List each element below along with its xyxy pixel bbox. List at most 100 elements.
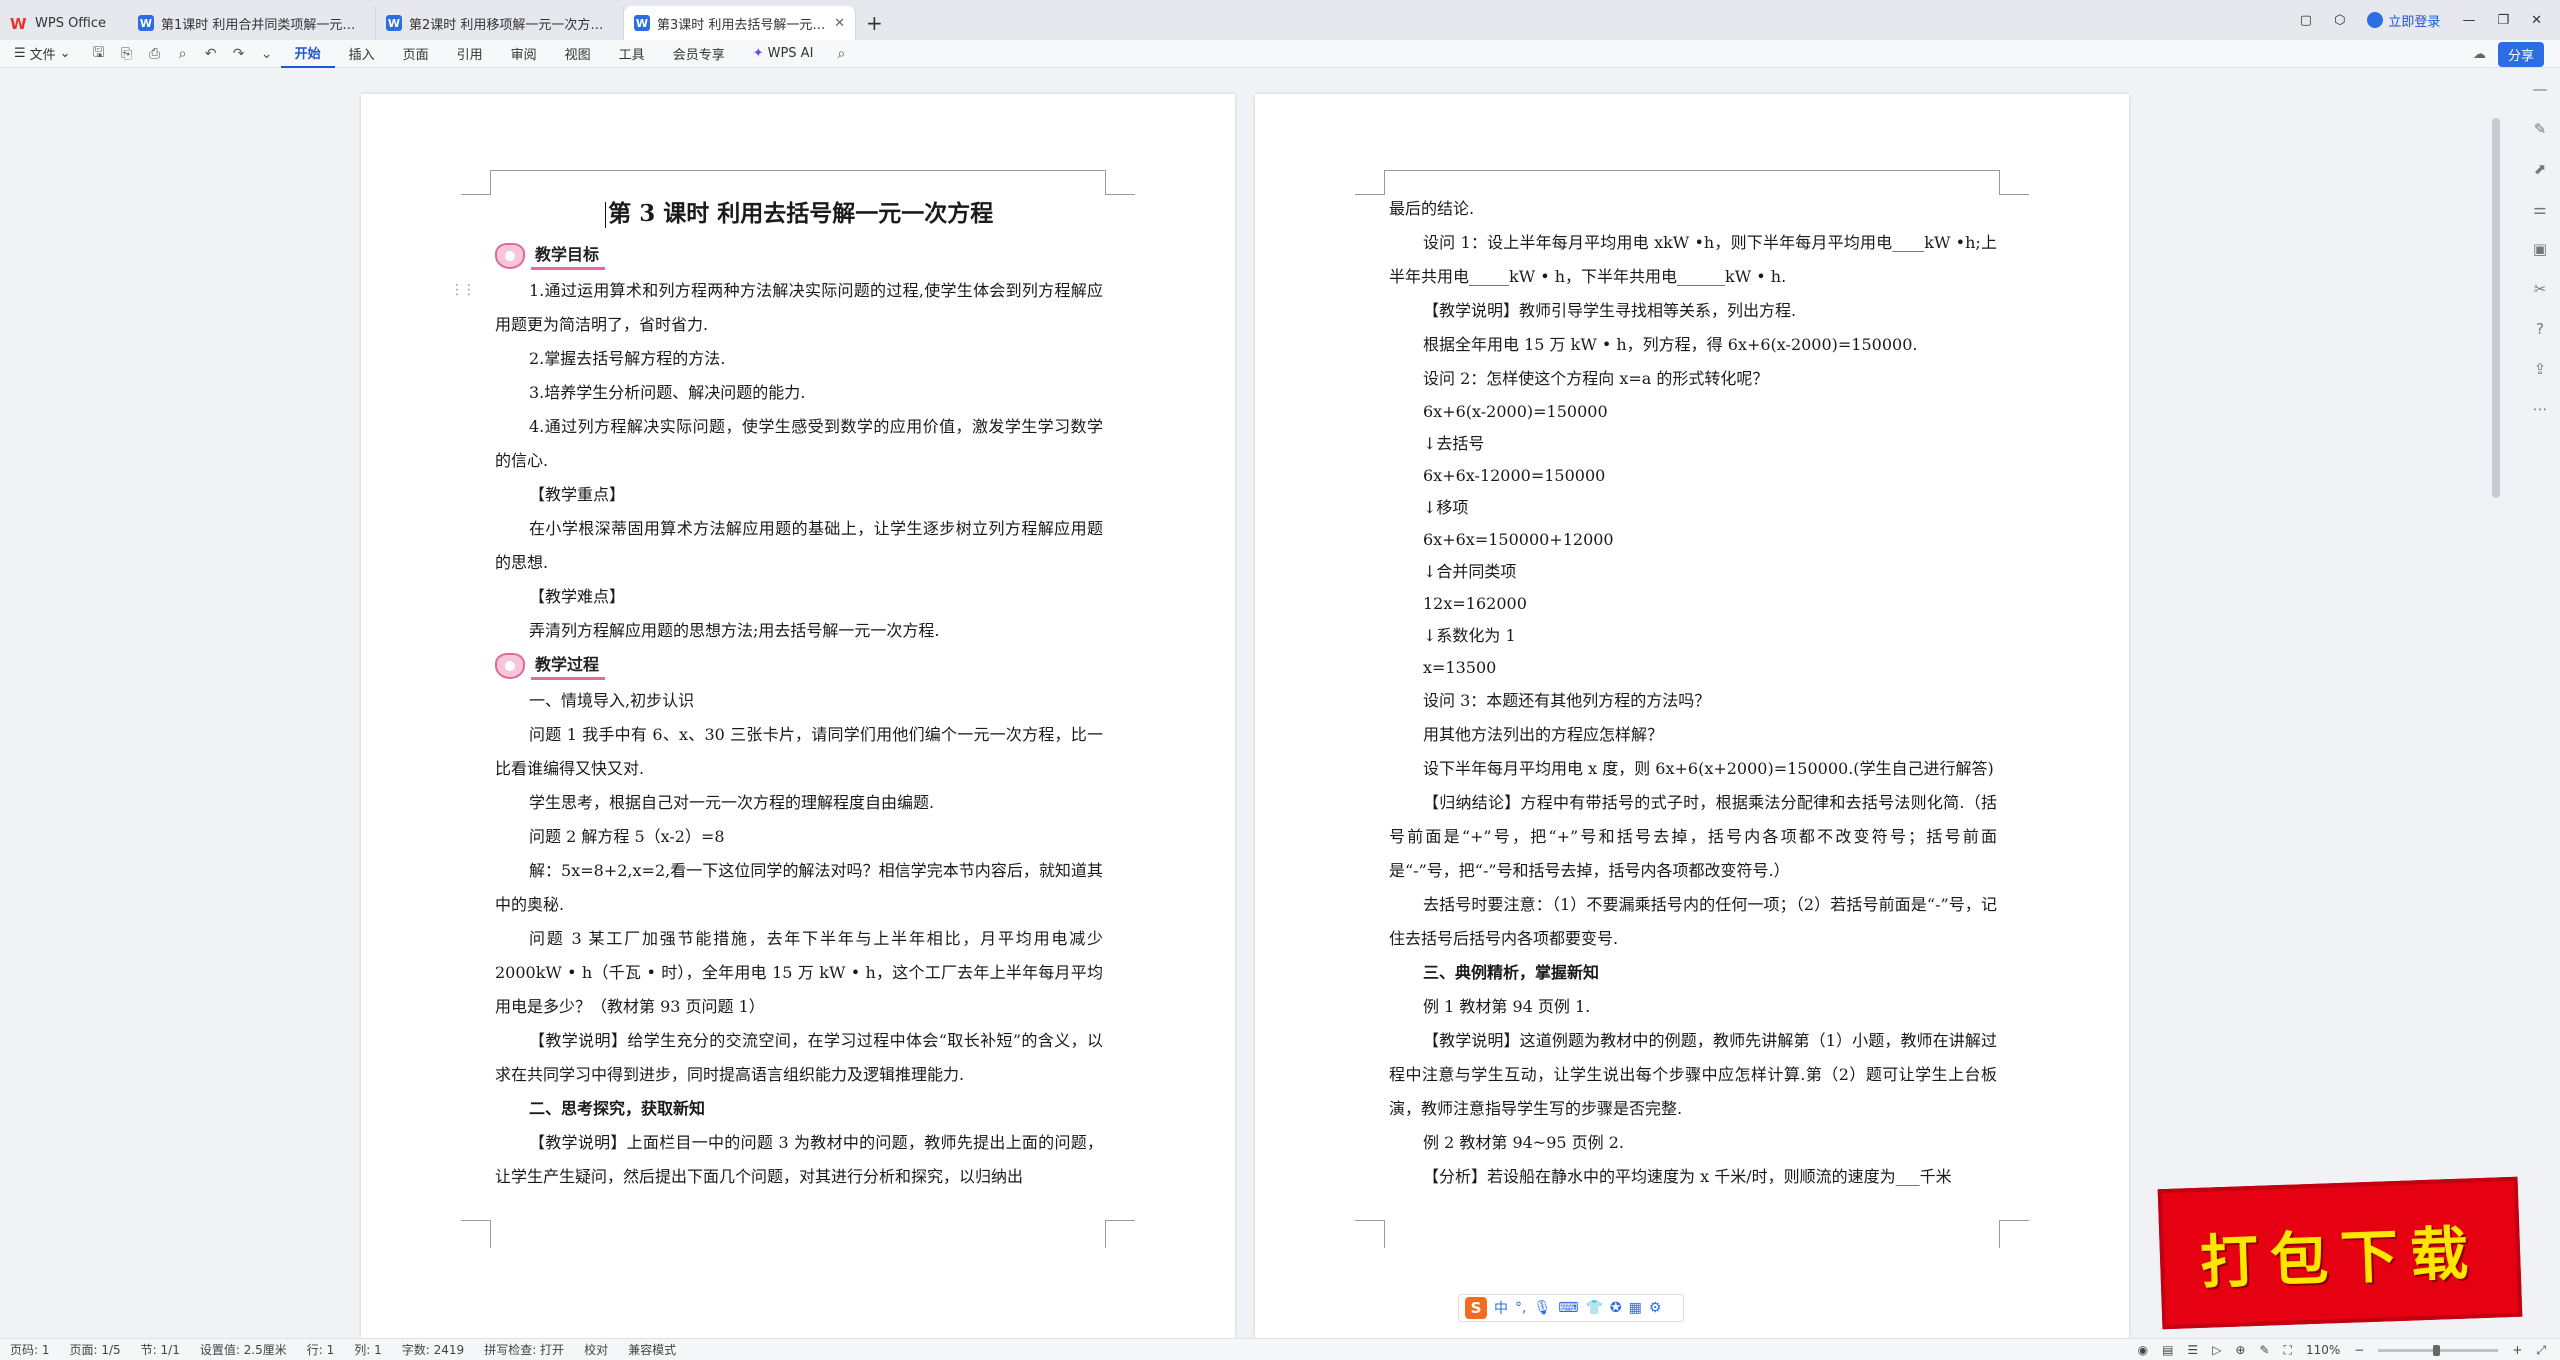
search-icon[interactable]: ⌕ (827, 40, 855, 68)
pen-icon[interactable]: ✎ (2534, 120, 2547, 138)
tools-icon[interactable]: ✂ (2534, 280, 2547, 298)
header-line (1385, 170, 1999, 171)
crop-mark (1105, 194, 1135, 195)
tab-reference[interactable]: 引用 (443, 40, 497, 68)
status-setting[interactable]: 设置值: 2.5厘米 (190, 1341, 297, 1358)
menu-bar: ☰ 文件 ⌄ 🖫 ⎘ ⎙ ⌕ ↶ ↷ ⌄ 开始 插入 页面 引用 审阅 视图 工… (0, 40, 2560, 68)
paragraph: 例 2 教材第 94~95 页例 2. (1423, 1133, 1625, 1152)
tab-home[interactable]: 开始 (280, 40, 335, 68)
login-button[interactable]: 立即登录 (2367, 11, 2440, 30)
word-doc-icon: W (386, 15, 402, 31)
tab-doc-2[interactable]: W 第2课时 利用移项解一元一次方程.docx (376, 6, 624, 40)
word-doc-icon: W (138, 15, 154, 31)
punctuation-icon[interactable]: °, (1515, 1300, 1526, 1316)
tab-member[interactable]: 会员专享 (659, 40, 739, 68)
close-window-icon[interactable]: ✕ (2531, 13, 2542, 28)
file-menu[interactable]: ☰ 文件 ⌄ (0, 40, 85, 68)
tab-tools[interactable]: 工具 (605, 40, 659, 68)
section-heading: 三、典例精析，掌握新知 (1423, 963, 1600, 982)
undo-icon[interactable]: ↶ (197, 40, 225, 68)
ai-icon: ✦ (752, 46, 764, 61)
status-page-number[interactable]: 页码: 1 (0, 1341, 60, 1358)
zoom-slider-handle[interactable] (2433, 1344, 2441, 1356)
section-header-process: 教学过程 (495, 650, 1103, 682)
print-preview-icon[interactable]: ⌕ (169, 40, 197, 68)
select-icon[interactable]: ⬈ (2534, 160, 2547, 178)
status-pages[interactable]: 页面: 1/5 (60, 1341, 131, 1358)
zoom-out-icon[interactable]: − (2354, 1343, 2364, 1357)
crop-mark (461, 1220, 491, 1221)
collapse-icon[interactable]: — (2533, 80, 2548, 98)
crop-mark (1105, 1220, 1135, 1248)
tab-view[interactable]: 视图 (551, 40, 605, 68)
fullscreen-icon[interactable]: ⤢ (2536, 1343, 2546, 1358)
adjust-icon[interactable]: ⚌ (2533, 200, 2546, 218)
chevron-down-icon[interactable]: ⌄ (253, 40, 281, 68)
ime-toolbar[interactable]: S 中 °, 🎙 ⌨ 👕 ✪ ▦ ⚙ (1458, 1294, 1684, 1322)
status-section[interactable]: 节: 1/1 (131, 1341, 190, 1358)
eye-icon[interactable]: ◉ (2138, 1343, 2148, 1357)
minimize-icon[interactable]: — (2462, 13, 2475, 28)
play-icon[interactable]: ▷ (2212, 1343, 2221, 1357)
keyboard-icon[interactable]: ⌨ (1558, 1300, 1578, 1316)
paragraph: 3.培养学生分析问题、解决问题的能力. (529, 383, 806, 402)
ime-mode[interactable]: 中 (1494, 1298, 1508, 1318)
paragraph: 去括号时要注意：（1）不要漏乘括号内的任何一项；（2）若括号前面是“-”号，记住… (1389, 895, 1997, 948)
status-col[interactable]: 列: 1 (344, 1341, 392, 1358)
more-icon[interactable]: ⋯ (2533, 400, 2548, 418)
status-spell-check[interactable]: 拼写检查: 打开 (474, 1341, 574, 1358)
redo-icon[interactable]: ↷ (225, 40, 253, 68)
tab-doc-1[interactable]: W 第1课时 利用合并同类项解一元一次方程.docx (128, 6, 376, 40)
print-icon[interactable]: ⎙ (141, 40, 169, 68)
fit-icon[interactable]: ⛶ (2284, 1343, 2292, 1358)
drag-handle-icon[interactable]: ⋮⋮ (450, 282, 476, 298)
crop-mark (1355, 1220, 1385, 1248)
status-row[interactable]: 行: 1 (297, 1341, 345, 1358)
edit-icon[interactable]: ✎ (2259, 1343, 2269, 1357)
cartoon-icon (495, 243, 525, 269)
page-view-icon[interactable]: ▤ (2162, 1343, 2173, 1357)
cartoon-icon (495, 653, 525, 679)
tab-review[interactable]: 审阅 (497, 40, 551, 68)
save-icon[interactable]: 🖫 (85, 40, 113, 68)
image-icon[interactable]: ▣ (2533, 240, 2547, 258)
crop-mark (1999, 194, 2029, 195)
export-icon[interactable]: ⎘ (113, 40, 141, 68)
scrollbar-thumb[interactable] (2492, 118, 2500, 498)
zoom-in-icon[interactable]: + (2512, 1343, 2522, 1357)
zoom-level[interactable]: 110% (2306, 1343, 2340, 1357)
skin-icon[interactable]: 👕 (1585, 1300, 1602, 1316)
grid-icon[interactable]: ▦ (1629, 1300, 1642, 1316)
cloud-icon[interactable]: ☁ (2473, 47, 2486, 62)
download-banner[interactable]: 打包下载 (2157, 1176, 2523, 1330)
app-name: WPS Office (35, 15, 107, 31)
zoom-slider[interactable] (2378, 1344, 2499, 1356)
restore-icon[interactable]: ❐ (2497, 13, 2509, 28)
tab-wps-home[interactable]: W WPS Office (0, 6, 128, 40)
share-button[interactable]: 分享 (2497, 41, 2544, 67)
layout-icon[interactable]: ▢ (2300, 13, 2312, 28)
share-icon[interactable]: ⇪ (2534, 360, 2547, 378)
page-2-body[interactable]: 最后的结论. 设问 1：设上半年每月平均用电 xkW •h，则下半年每月平均用电… (1389, 192, 1997, 1194)
page-1-body[interactable]: 第 3 课时 利用去括号解一元一次方程 教学目标 1.通过运用算术和列方程两种方… (495, 192, 1103, 1194)
microphone-icon[interactable]: 🎙 (1533, 1300, 1551, 1316)
word-doc-icon: W (634, 15, 650, 31)
tab-page[interactable]: 页面 (389, 40, 443, 68)
tab-doc-3[interactable]: W 第3课时 利用去括号解一元一次方程.docx ✕ (624, 6, 856, 40)
tab-insert[interactable]: 插入 (335, 40, 389, 68)
wps-ai-button[interactable]: ✦ WPS AI (739, 40, 828, 68)
cube-icon[interactable]: ⬡ (2334, 13, 2345, 28)
settings-icon[interactable]: ⚙ (1649, 1300, 1662, 1316)
document-title: 第 3 课时 利用去括号解一元一次方程 (495, 192, 1103, 236)
close-icon[interactable]: ✕ (834, 16, 845, 31)
paragraph: 设问 3：本题还有其他列方程的方法吗？ (1423, 691, 1711, 710)
paragraph: 4.通过列方程解决实际问题，使学生感受到数学的应用价值，激发学生学习数学的信心. (495, 417, 1103, 470)
status-word-count[interactable]: 字数: 2419 (392, 1341, 474, 1358)
new-tab-button[interactable]: + (856, 6, 893, 40)
game-icon[interactable]: ✪ (1610, 1300, 1622, 1316)
status-proofread[interactable]: 校对 (574, 1341, 618, 1358)
help-icon[interactable]: ? (2536, 320, 2544, 338)
web-view-icon[interactable]: ⊕ (2235, 1343, 2245, 1357)
vertical-scrollbar[interactable] (2492, 108, 2500, 1308)
outline-view-icon[interactable]: ☰ (2187, 1343, 2198, 1357)
